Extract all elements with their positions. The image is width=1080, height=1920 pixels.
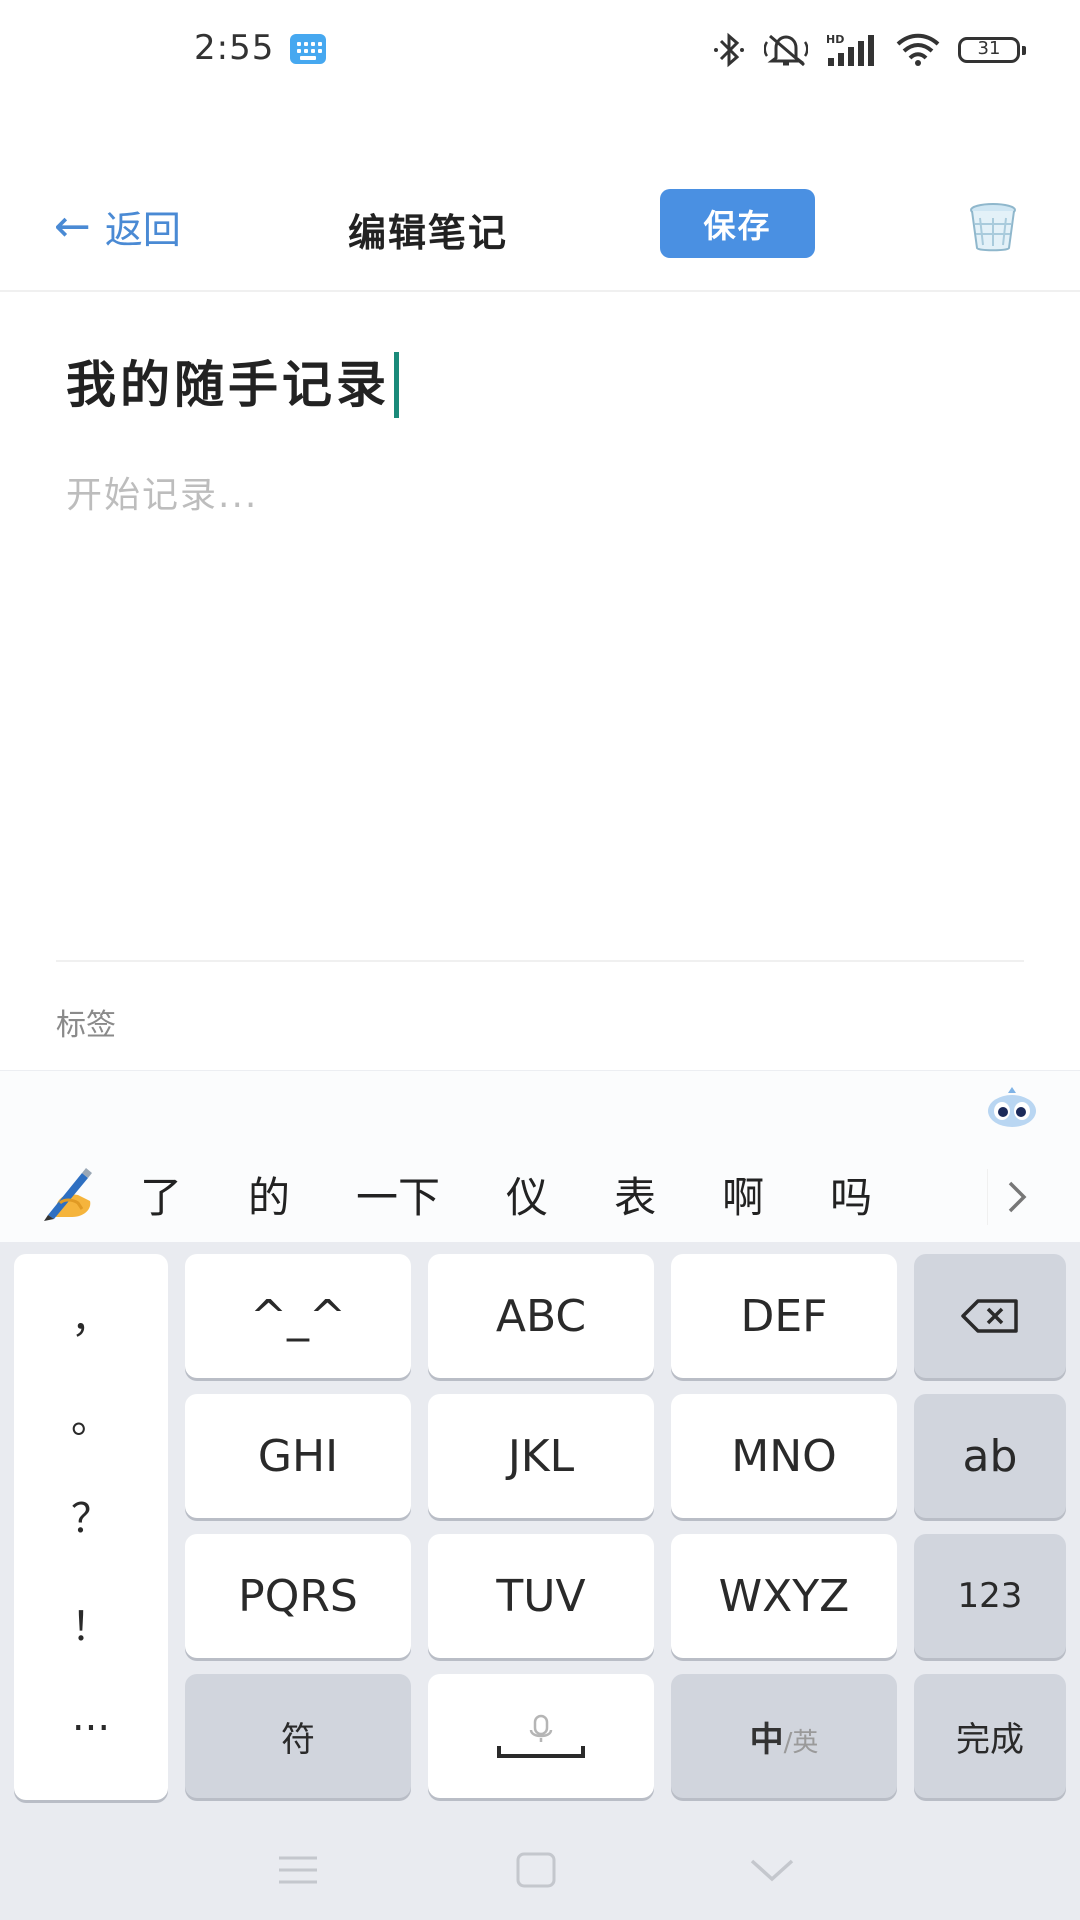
mute-icon <box>764 34 808 67</box>
punct-key-exclamation[interactable]: ！ <box>14 1594 168 1652</box>
chevron-right-icon <box>1008 1181 1027 1213</box>
key-def[interactable]: DEF <box>671 1254 897 1378</box>
key-alphabet[interactable]: ab <box>914 1394 1066 1518</box>
svg-text:HD: HD <box>826 33 844 46</box>
back-button[interactable]: ← 返回 <box>54 196 181 256</box>
punct-key-period[interactable]: 。 <box>14 1386 168 1444</box>
microphone-space-icon <box>497 1714 585 1758</box>
key-tuv[interactable]: TUV <box>428 1534 654 1658</box>
page-title: 编辑笔记 <box>348 211 509 255</box>
home-square-icon <box>516 1852 556 1888</box>
note-body-input[interactable]: 开始记录... <box>66 466 258 518</box>
assistant-icon[interactable] <box>986 1087 1038 1131</box>
trash-icon <box>970 203 1016 252</box>
key-ghi[interactable]: GHI <box>185 1394 411 1518</box>
status-bar: 2:55 HD 31 <box>0 0 1080 100</box>
hd-signal-icon: HD <box>826 33 874 66</box>
app-header: ← 返回 编辑笔记 保存 <box>0 170 1080 292</box>
divider <box>56 960 1024 962</box>
key-symbols[interactable]: 符 <box>185 1674 411 1798</box>
keyboard-notification-icon <box>290 34 326 64</box>
candidate-item[interactable]: 一下 <box>356 1164 440 1225</box>
done-key[interactable]: 完成 <box>914 1674 1066 1798</box>
candidate-bar: 了 的 一下 仪 表 啊 吗 <box>0 1070 1080 1243</box>
backspace-key[interactable] <box>914 1254 1066 1378</box>
candidate-item[interactable]: 啊 <box>722 1164 764 1225</box>
wifi-icon <box>896 33 940 66</box>
lang-zh-label: 中 <box>749 1719 784 1760</box>
back-label: 返回 <box>104 207 181 252</box>
status-icons: HD 31 <box>712 30 1026 70</box>
candidate-item[interactable]: 的 <box>248 1164 290 1225</box>
bluetooth-icon <box>714 32 744 68</box>
save-button[interactable]: 保存 <box>660 189 815 258</box>
backspace-icon <box>961 1299 1018 1333</box>
handwriting-icon[interactable] <box>38 1163 104 1223</box>
chevron-down-icon <box>750 1859 794 1882</box>
candidate-item[interactable]: 仪 <box>506 1164 548 1225</box>
key-pqrs[interactable]: PQRS <box>185 1534 411 1658</box>
keyboard: ， 。 ？ ！ ... ^_^ ABC DEF GHI JKL MNO ab P… <box>0 1242 1080 1920</box>
key-abc[interactable]: ABC <box>428 1254 654 1378</box>
language-toggle-key[interactable]: 中/英 <box>671 1674 897 1798</box>
text-cursor <box>394 351 399 418</box>
note-title-text: 我的随手记录 <box>66 356 390 414</box>
delete-button[interactable] <box>965 198 1021 254</box>
input-method-panel: 了 的 一下 仪 表 啊 吗 ， 。 ？ ！ ... ^_^ ABC DEF G… <box>0 1070 1080 1920</box>
key-wxyz[interactable]: WXYZ <box>671 1534 897 1658</box>
candidate-item[interactable]: 表 <box>614 1164 656 1225</box>
key-jkl[interactable]: JKL <box>428 1394 654 1518</box>
tags-label: 标签 <box>56 1008 116 1043</box>
back-arrow-icon: ← <box>54 200 91 252</box>
battery-level: 31 <box>977 38 1001 59</box>
punct-key-question[interactable]: ？ <box>14 1486 168 1544</box>
nav-home-button[interactable] <box>486 1820 586 1920</box>
navigation-bar <box>0 1820 1080 1920</box>
expand-candidates-button[interactable] <box>987 1169 1044 1225</box>
lang-en-label: /英 <box>783 1727 819 1758</box>
key-mno[interactable]: MNO <box>671 1394 897 1518</box>
status-time: 2:55 <box>194 28 275 68</box>
note-title-input[interactable]: 我的随手记录 <box>66 345 399 418</box>
nav-menu-button[interactable] <box>248 1820 348 1920</box>
key-emoticon[interactable]: ^_^ <box>185 1254 411 1378</box>
punct-key-ellipsis[interactable]: ... <box>14 1694 168 1740</box>
punctuation-column[interactable]: ， 。 ？ ！ ... <box>14 1254 168 1800</box>
space-key[interactable] <box>428 1674 654 1798</box>
battery-icon: 31 <box>958 37 1026 63</box>
menu-icon <box>279 1856 317 1884</box>
punct-key-comma[interactable]: ， <box>14 1286 168 1344</box>
nav-hide-keyboard-button[interactable] <box>722 1820 822 1920</box>
candidate-item[interactable]: 吗 <box>830 1164 872 1225</box>
key-numbers[interactable]: 123 <box>914 1534 1066 1658</box>
candidate-list: 了 的 一下 仪 表 啊 吗 <box>140 1159 930 1229</box>
candidate-item[interactable]: 了 <box>140 1164 182 1225</box>
